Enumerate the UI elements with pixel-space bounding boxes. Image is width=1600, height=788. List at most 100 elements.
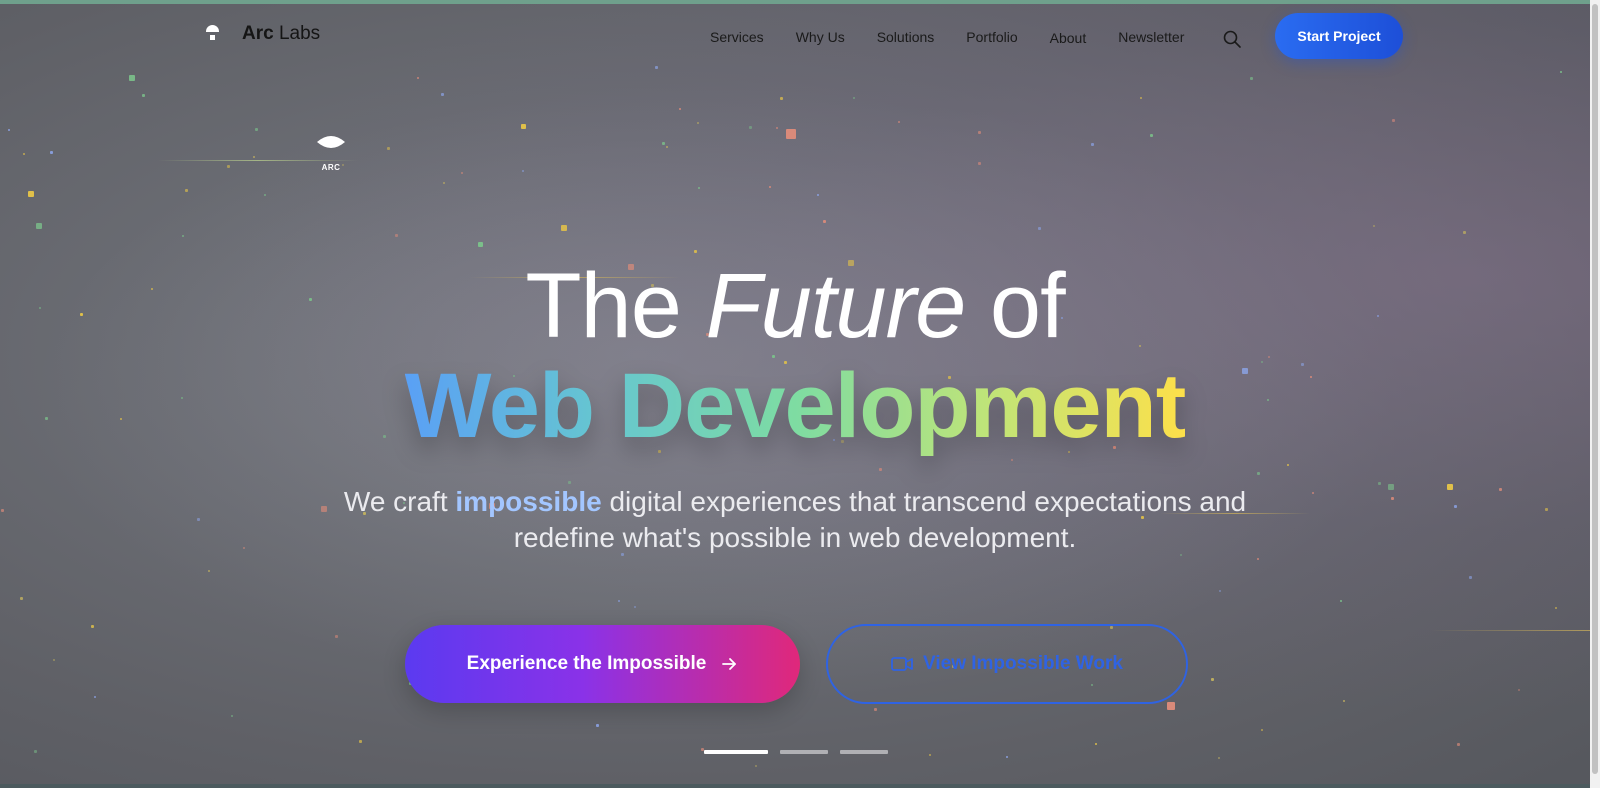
experience-impossible-button[interactable]: Experience the Impossible — [405, 625, 800, 703]
particle — [227, 165, 230, 168]
nav-services[interactable]: Services — [710, 29, 764, 45]
scrollbar-thumb[interactable] — [1592, 4, 1598, 774]
particle — [1312, 492, 1314, 494]
particle — [1250, 77, 1253, 80]
particle — [1545, 508, 1548, 511]
particle — [243, 547, 245, 549]
particle — [28, 191, 34, 197]
arc-logo-icon — [204, 22, 222, 46]
brand-name: Arc Labs — [242, 23, 320, 45]
particle — [1006, 756, 1008, 758]
nav-newsletter[interactable]: Newsletter — [1118, 29, 1184, 45]
particle — [978, 131, 981, 134]
particle — [461, 172, 463, 174]
particle — [618, 600, 620, 602]
carousel-dot-2[interactable] — [780, 750, 828, 754]
particle — [478, 242, 483, 247]
carousel-dot-3[interactable] — [840, 750, 888, 754]
nav-solutions[interactable]: Solutions — [877, 29, 935, 45]
particle — [231, 715, 233, 717]
start-project-button[interactable]: Start Project — [1275, 13, 1403, 59]
particle — [978, 162, 981, 165]
particle — [1095, 743, 1097, 745]
particle — [197, 518, 200, 521]
light-streak — [158, 160, 358, 161]
particle — [1392, 119, 1395, 122]
particle — [898, 121, 900, 123]
particle — [1167, 702, 1175, 710]
subtitle-prefix: We craft — [343, 486, 448, 517]
particle — [253, 156, 255, 158]
particle — [441, 93, 444, 96]
particle — [749, 126, 752, 129]
particle — [395, 234, 398, 237]
particle — [1287, 464, 1289, 466]
particle — [634, 606, 636, 608]
particle — [20, 597, 23, 600]
particle — [264, 194, 266, 196]
particle — [208, 570, 210, 572]
particle — [1261, 729, 1263, 731]
particle — [1257, 558, 1259, 560]
particle — [522, 170, 524, 172]
page-scrollbar[interactable] — [1590, 0, 1600, 788]
particle — [1560, 71, 1562, 73]
hero-section: Arc Labs Services Why Us Solutions Portf… — [0, 0, 1590, 788]
particle — [1499, 488, 1502, 491]
particle — [561, 225, 567, 231]
particle — [1211, 678, 1214, 681]
particle — [755, 765, 757, 767]
nav-about[interactable]: About — [1050, 30, 1087, 46]
particle — [387, 147, 390, 150]
particle — [1454, 505, 1457, 508]
subtitle-highlight: impossible — [455, 486, 602, 517]
particle — [786, 129, 796, 139]
particle — [1518, 689, 1520, 691]
arc-badge: ARC — [316, 134, 346, 172]
particle — [769, 186, 771, 188]
view-impossible-work-button[interactable]: View Impossible Work — [826, 624, 1188, 704]
hero-title-gradient: Web Development — [404, 355, 1187, 457]
arc-badge-label: ARC — [321, 163, 341, 172]
particle — [1388, 484, 1394, 490]
eye-logo-icon — [317, 136, 345, 148]
secondary-button-label: View Impossible Work — [923, 653, 1123, 674]
particle — [874, 708, 877, 711]
particle — [521, 124, 526, 129]
particle — [1011, 459, 1013, 461]
particle — [1469, 576, 1472, 579]
brand-link[interactable]: Arc Labs — [204, 22, 320, 46]
particle — [697, 122, 699, 124]
particle — [53, 659, 55, 661]
hero-title-emphasis: Future — [705, 255, 966, 357]
particle — [929, 754, 931, 756]
particle — [1463, 231, 1466, 234]
particle — [1378, 482, 1381, 485]
particle — [1150, 134, 1153, 137]
brand-name-light: Labs — [278, 23, 321, 44]
particle — [1447, 484, 1453, 490]
particle — [879, 468, 882, 471]
nav-why-us[interactable]: Why Us — [796, 29, 845, 45]
particle — [129, 75, 135, 81]
particle — [34, 750, 37, 753]
particle — [1038, 227, 1041, 230]
carousel-dot-1[interactable] — [704, 750, 768, 754]
particle — [359, 740, 362, 743]
particle — [698, 187, 700, 189]
particle — [36, 223, 42, 229]
search-icon[interactable] — [1222, 29, 1242, 49]
light-streak — [1430, 630, 1590, 631]
hero-subtitle: We craft impossible digital experiences … — [300, 484, 1290, 556]
particle — [91, 625, 94, 628]
particle — [823, 220, 826, 223]
particle — [1091, 143, 1094, 146]
nav-portfolio[interactable]: Portfolio — [966, 29, 1017, 45]
main-nav: Services Why Us Solutions Portfolio Abou… — [710, 28, 1216, 46]
primary-button-label: Experience the Impossible — [466, 653, 707, 674]
particle — [142, 94, 145, 97]
particle — [662, 142, 665, 145]
particle — [853, 97, 855, 99]
hero-title-line2: Web Development — [0, 358, 1590, 454]
particle — [666, 146, 668, 148]
